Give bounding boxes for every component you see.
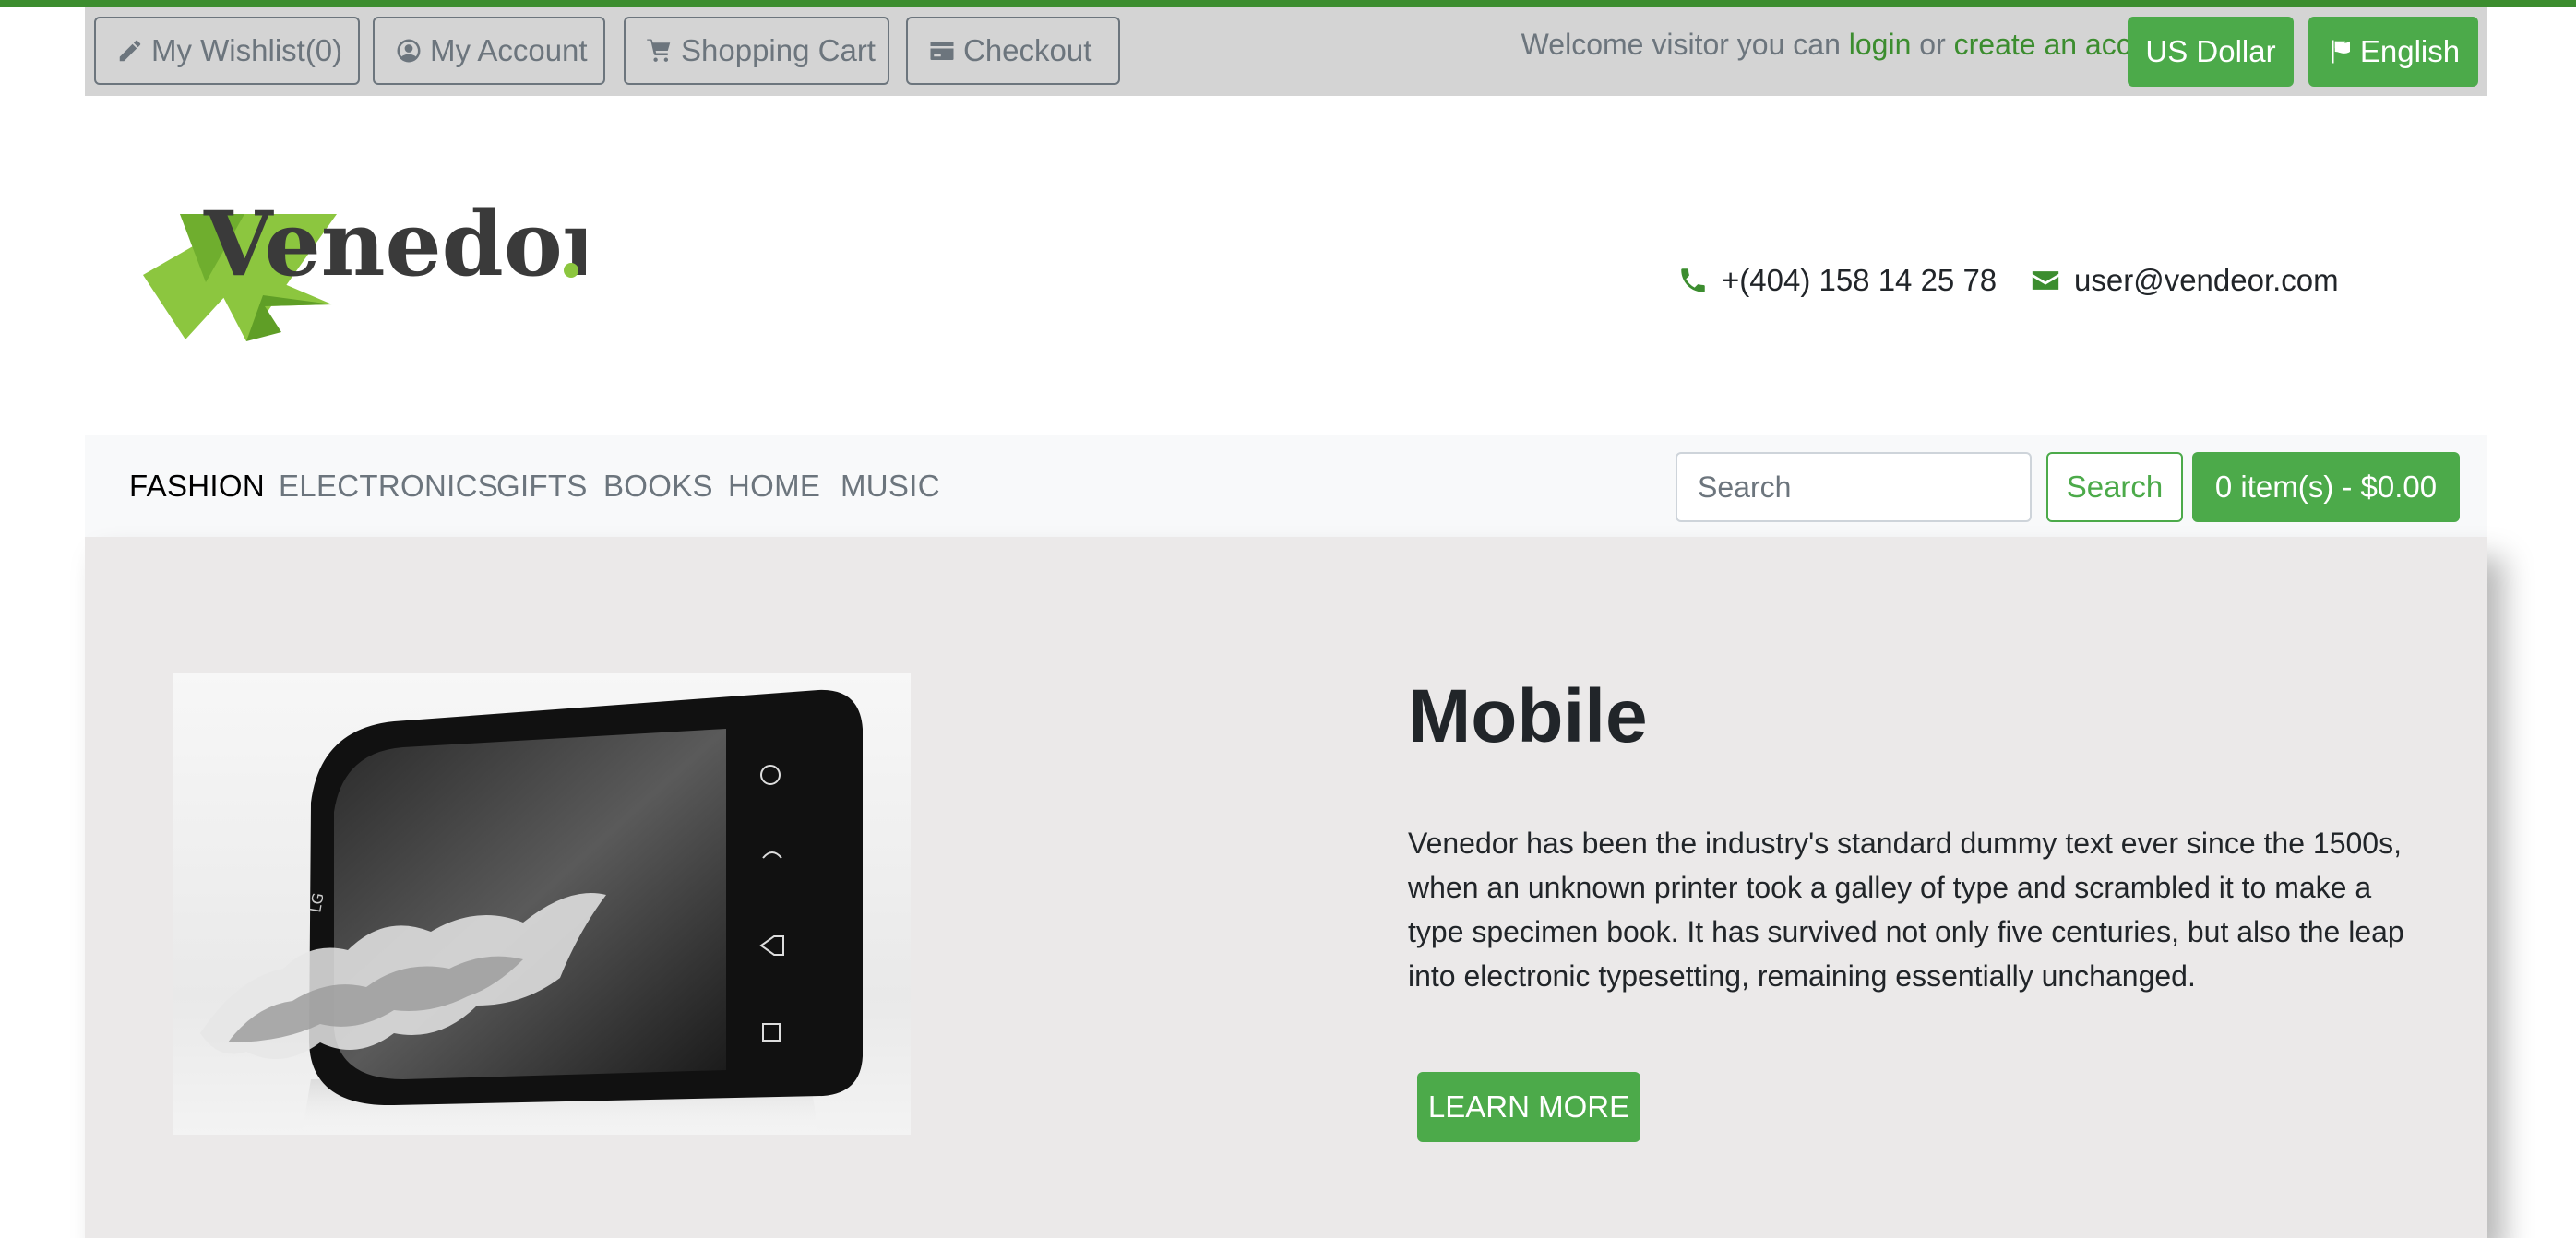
checkout-label: Checkout xyxy=(963,33,1092,67)
logo-text: Venedor xyxy=(203,203,586,296)
nav-item-electronics[interactable]: ELECTRONICS xyxy=(279,469,498,504)
top-utility-bar: My Wishlist(0) My Account Shopping Cart … xyxy=(85,7,2487,96)
my-account-button[interactable]: My Account xyxy=(373,17,605,85)
phone-brand-text: LG xyxy=(306,891,327,913)
checkout-button[interactable]: Checkout xyxy=(906,17,1120,85)
logo-dot xyxy=(564,263,578,278)
nav-item-music[interactable]: MUSIC xyxy=(841,469,940,504)
flag-icon xyxy=(2331,40,2350,64)
email-contact: user@vendeor.com xyxy=(2030,263,2339,298)
wishlist-button[interactable]: My Wishlist(0) xyxy=(94,17,360,85)
phone-contact: +(404) 158 14 25 78 xyxy=(1677,263,1997,298)
credit-card-icon xyxy=(930,42,954,60)
nav-item-gifts[interactable]: GIFTS xyxy=(496,469,588,504)
nav-item-books[interactable]: BOOKS xyxy=(603,469,713,504)
welcome-message: Welcome visitor you can login or create … xyxy=(1460,28,2188,62)
welcome-prefix: Welcome visitor you can xyxy=(1521,28,1841,61)
user-circle-icon xyxy=(397,39,421,63)
hero-banner: LG Mobile Venedor has been the industry'… xyxy=(85,537,2487,1238)
nav-item-home[interactable]: HOME xyxy=(728,469,820,504)
pencil-icon xyxy=(119,40,141,62)
wishlist-label: My Wishlist(0) xyxy=(151,33,343,67)
email-address[interactable]: user@vendeor.com xyxy=(2074,263,2339,298)
my-account-label: My Account xyxy=(430,33,588,67)
shopping-cart-button[interactable]: Shopping Cart xyxy=(624,17,889,85)
hero-title: Mobile xyxy=(1408,674,1648,758)
main-navbar: FASHION ELECTRONICS GIFTS BOOKS HOME MUS… xyxy=(85,435,2487,537)
currency-label: US Dollar xyxy=(2145,34,2276,68)
logo-graphic: Venedor xyxy=(143,192,611,341)
venedor-logo[interactable]: Venedor xyxy=(143,192,611,360)
hero-description: Venedor has been the industry's standard… xyxy=(1408,827,2404,993)
envelope-icon xyxy=(2032,271,2059,290)
cart-summary-button[interactable]: 0 item(s) - $0.00 xyxy=(2192,452,2460,522)
phone-icon xyxy=(1681,268,1705,292)
phone-illustration: LG xyxy=(200,689,863,1135)
currency-button[interactable]: US Dollar xyxy=(2128,17,2294,87)
or-text: or xyxy=(1919,28,1946,61)
search-button[interactable]: Search xyxy=(2046,452,2183,522)
search-input[interactable] xyxy=(1676,452,2032,522)
language-button[interactable]: English xyxy=(2308,17,2478,87)
nav-item-fashion[interactable]: FASHION xyxy=(129,469,265,504)
learn-more-button[interactable]: LEARN MORE xyxy=(1417,1072,1640,1142)
login-link[interactable]: login xyxy=(1849,28,1912,61)
top-accent-stripe xyxy=(0,0,2576,7)
language-label: English xyxy=(2359,34,2461,68)
cart-icon xyxy=(647,39,671,62)
hero-image: LG xyxy=(173,673,911,1135)
phone-number: +(404) 158 14 25 78 xyxy=(1722,263,1998,297)
shopping-cart-label: Shopping Cart xyxy=(681,33,876,67)
